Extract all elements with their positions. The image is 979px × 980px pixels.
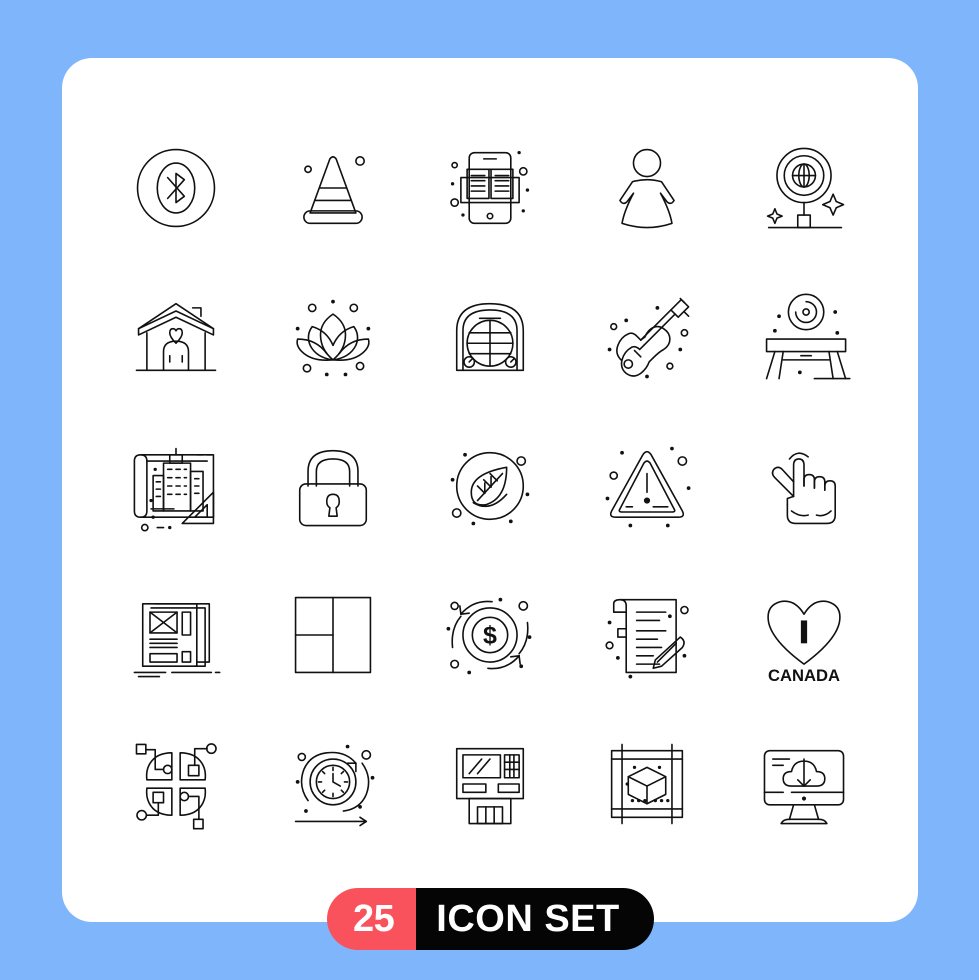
bluetooth-circle-icon xyxy=(124,136,228,240)
icon-cell-cube-frame[interactable] xyxy=(568,709,725,858)
icon-cell-fan-heater[interactable] xyxy=(412,263,569,412)
icon-set-poster: $ CANADA 25 ICON SET xyxy=(0,0,979,980)
electric-guitar-icon xyxy=(607,285,699,379)
hand-tap-click-icon xyxy=(752,434,856,538)
icon-cell-pie-network[interactable] xyxy=(98,709,255,858)
canada-label: CANADA xyxy=(768,666,840,685)
traffic-cone-icon xyxy=(281,136,385,240)
pie-network-icon xyxy=(124,732,228,836)
i-love-canada-icon: CANADA xyxy=(752,583,856,685)
icon-set-badge: 25 ICON SET xyxy=(327,888,654,950)
clock-agile-icon xyxy=(281,744,375,836)
icon-cell-electric-guitar[interactable] xyxy=(568,263,725,412)
icon-cell-atm-machine[interactable] xyxy=(412,709,569,858)
warning-triangle-icon xyxy=(605,446,691,528)
icon-cell-traffic-cone[interactable] xyxy=(255,114,412,263)
icon-cell-monitor-cloud-download[interactable] xyxy=(725,709,882,858)
icon-cell-woman-figure[interactable] xyxy=(568,114,725,263)
icon-cell-clock-agile[interactable] xyxy=(255,709,412,858)
atm-machine-icon xyxy=(438,732,542,836)
icon-cell-mobile-ebook[interactable] xyxy=(412,114,569,263)
icon-cell-contract-signature[interactable] xyxy=(568,560,725,709)
icon-cell-globe-signboard[interactable] xyxy=(725,114,882,263)
icon-cell-lotus-flower[interactable] xyxy=(255,263,412,412)
icon-cell-eco-leaf-circle[interactable] xyxy=(412,412,569,561)
lotus-flower-icon xyxy=(295,299,371,377)
home-heart-icon xyxy=(124,285,228,389)
icon-cell-warning-triangle[interactable] xyxy=(568,412,725,561)
eco-leaf-circle-icon xyxy=(450,434,530,526)
layout-grid-icon xyxy=(281,583,385,687)
svg-text:$: $ xyxy=(483,621,497,649)
icon-cell-padlock[interactable] xyxy=(255,412,412,561)
monitor-cloud-download-icon xyxy=(752,732,856,836)
icon-cell-home-heart[interactable] xyxy=(98,263,255,412)
icon-cell-layout-grid[interactable] xyxy=(255,560,412,709)
newspaper-icon xyxy=(124,583,228,687)
icon-count: 25 xyxy=(327,888,417,950)
blueprint-building-icon xyxy=(124,434,228,538)
woman-figure-icon xyxy=(595,136,699,240)
icon-cell-bluetooth-circle[interactable] xyxy=(98,114,255,263)
table-clock-icon xyxy=(752,285,856,389)
fan-heater-icon xyxy=(438,285,542,389)
icon-cell-newspaper[interactable] xyxy=(98,560,255,709)
contract-signature-icon xyxy=(595,583,699,679)
cube-frame-icon xyxy=(595,732,699,836)
icon-cell-dollar-transfer[interactable]: $ xyxy=(412,560,569,709)
icon-set-label: ICON SET xyxy=(416,888,654,950)
dollar-transfer-icon: $ xyxy=(446,597,532,675)
icon-cell-i-love-canada[interactable]: CANADA xyxy=(725,560,882,709)
globe-signboard-icon xyxy=(752,136,856,240)
padlock-icon xyxy=(281,434,385,538)
icon-cell-hand-tap-click[interactable] xyxy=(725,412,882,561)
icon-grid: $ CANADA xyxy=(62,58,918,868)
icon-cell-blueprint-building[interactable] xyxy=(98,412,255,561)
icon-cell-table-clock[interactable] xyxy=(725,263,882,412)
mobile-ebook-icon xyxy=(438,151,530,240)
